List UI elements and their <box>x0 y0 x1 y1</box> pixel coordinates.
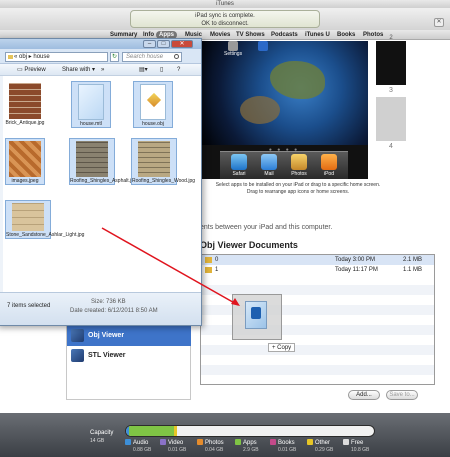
drag-arrow <box>101 227 240 306</box>
arrow-line <box>101 227 239 306</box>
arrow-head <box>231 298 240 306</box>
